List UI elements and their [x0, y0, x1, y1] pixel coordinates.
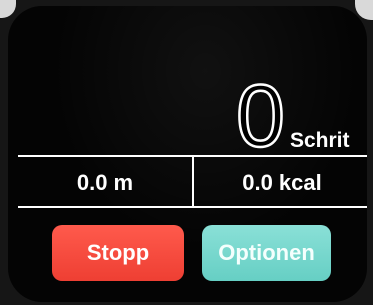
- distance-value: 0.0 m: [76, 170, 134, 195]
- bezel-corner-left: [0, 0, 16, 18]
- options-button[interactable]: Optionen: [202, 225, 331, 281]
- step-count-value: 0: [235, 66, 286, 165]
- watch-screen: 0 Schrit 0.0 m 0.0 kcal Stopp Optionen: [8, 6, 367, 302]
- step-count-unit: Schrit: [290, 129, 350, 152]
- divider-bottom: [18, 206, 367, 208]
- device-bezel: 0 Schrit 0.0 m 0.0 kcal Stopp Optionen: [0, 0, 373, 305]
- stop-button[interactable]: Stopp: [52, 225, 184, 281]
- calories-value: 0.0 kcal: [242, 170, 322, 195]
